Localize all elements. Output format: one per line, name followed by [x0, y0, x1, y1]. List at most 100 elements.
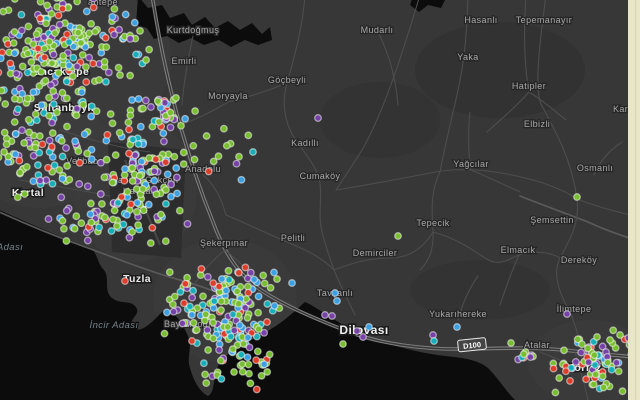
- data-point[interactable]: [226, 276, 233, 283]
- data-point[interactable]: [205, 168, 212, 175]
- data-point[interactable]: [7, 60, 14, 67]
- data-point[interactable]: [74, 63, 81, 70]
- data-point[interactable]: [211, 298, 218, 305]
- data-point[interactable]: [129, 165, 136, 172]
- data-point[interactable]: [201, 360, 208, 367]
- data-point[interactable]: [245, 334, 252, 341]
- data-point[interactable]: [149, 225, 156, 232]
- data-point[interactable]: [552, 389, 559, 396]
- data-point[interactable]: [127, 112, 134, 119]
- data-point[interactable]: [210, 280, 217, 287]
- data-point[interactable]: [61, 226, 68, 233]
- data-point[interactable]: [134, 209, 141, 216]
- data-point[interactable]: [24, 95, 31, 102]
- data-point[interactable]: [64, 163, 71, 170]
- data-point[interactable]: [574, 336, 581, 343]
- data-point[interactable]: [138, 123, 145, 130]
- data-point[interactable]: [122, 278, 129, 285]
- data-point[interactable]: [246, 370, 253, 377]
- data-point[interactable]: [17, 169, 24, 176]
- data-point[interactable]: [51, 162, 58, 169]
- data-point[interactable]: [267, 285, 274, 292]
- data-point[interactable]: [245, 132, 252, 139]
- data-point[interactable]: [101, 174, 108, 181]
- data-point[interactable]: [103, 79, 110, 86]
- data-point[interactable]: [64, 31, 71, 38]
- data-point[interactable]: [41, 45, 48, 52]
- data-point[interactable]: [132, 19, 139, 26]
- data-point[interactable]: [104, 132, 111, 139]
- data-point[interactable]: [203, 380, 210, 387]
- data-point[interactable]: [431, 338, 438, 345]
- data-point[interactable]: [0, 96, 1, 103]
- data-point[interactable]: [261, 361, 268, 368]
- data-point[interactable]: [235, 300, 242, 307]
- data-point[interactable]: [0, 55, 4, 62]
- map-svg[interactable]: antepeKurtdoğmuşEmirliMudarlıHasanlıTepe…: [0, 0, 640, 400]
- data-point[interactable]: [264, 369, 271, 376]
- data-point[interactable]: [73, 112, 80, 119]
- data-point[interactable]: [221, 125, 228, 132]
- data-point[interactable]: [19, 90, 26, 97]
- data-point[interactable]: [248, 269, 255, 276]
- data-point[interactable]: [271, 269, 278, 276]
- data-point[interactable]: [140, 105, 147, 112]
- data-point[interactable]: [50, 88, 57, 95]
- data-point[interactable]: [153, 191, 160, 198]
- data-point[interactable]: [0, 69, 2, 76]
- data-point[interactable]: [205, 347, 212, 354]
- data-point[interactable]: [585, 345, 592, 352]
- data-point[interactable]: [236, 270, 243, 277]
- data-point[interactable]: [561, 347, 568, 354]
- data-point[interactable]: [162, 159, 169, 166]
- data-point[interactable]: [25, 23, 32, 30]
- data-point[interactable]: [148, 240, 155, 247]
- data-point[interactable]: [15, 106, 22, 113]
- data-point[interactable]: [60, 53, 67, 60]
- data-point[interactable]: [202, 311, 209, 318]
- data-point[interactable]: [88, 113, 95, 120]
- data-point[interactable]: [83, 64, 90, 71]
- data-point[interactable]: [236, 153, 243, 160]
- data-point[interactable]: [46, 94, 53, 101]
- data-point[interactable]: [90, 0, 97, 2]
- data-point[interactable]: [315, 115, 322, 122]
- data-point[interactable]: [140, 186, 147, 193]
- data-point[interactable]: [79, 52, 86, 59]
- data-point[interactable]: [182, 281, 189, 288]
- data-point[interactable]: [251, 276, 258, 283]
- data-point[interactable]: [193, 327, 200, 334]
- data-point[interactable]: [92, 28, 99, 35]
- data-point[interactable]: [1, 129, 8, 136]
- data-point[interactable]: [180, 161, 187, 168]
- data-point[interactable]: [85, 237, 92, 244]
- data-point[interactable]: [124, 212, 131, 219]
- data-point[interactable]: [334, 298, 341, 305]
- data-point[interactable]: [245, 289, 252, 296]
- data-point[interactable]: [107, 111, 114, 118]
- data-point[interactable]: [76, 160, 83, 167]
- data-point[interactable]: [83, 79, 90, 86]
- data-point[interactable]: [190, 143, 197, 150]
- data-point[interactable]: [204, 327, 211, 334]
- data-point[interactable]: [224, 142, 231, 149]
- data-point[interactable]: [238, 177, 245, 184]
- data-point[interactable]: [137, 28, 144, 35]
- data-point[interactable]: [14, 194, 21, 201]
- data-point[interactable]: [59, 153, 66, 160]
- data-point[interactable]: [395, 233, 402, 240]
- data-point[interactable]: [594, 334, 601, 341]
- data-point[interactable]: [190, 320, 197, 327]
- data-point[interactable]: [58, 194, 65, 201]
- data-point[interactable]: [322, 312, 329, 319]
- data-point[interactable]: [223, 287, 230, 294]
- data-point[interactable]: [96, 77, 103, 84]
- data-point[interactable]: [129, 97, 136, 104]
- data-point[interactable]: [45, 216, 52, 223]
- data-point[interactable]: [111, 207, 118, 214]
- data-point[interactable]: [86, 54, 93, 61]
- data-point[interactable]: [72, 138, 79, 145]
- data-point[interactable]: [0, 8, 7, 15]
- data-point[interactable]: [261, 280, 268, 287]
- data-point[interactable]: [289, 280, 296, 287]
